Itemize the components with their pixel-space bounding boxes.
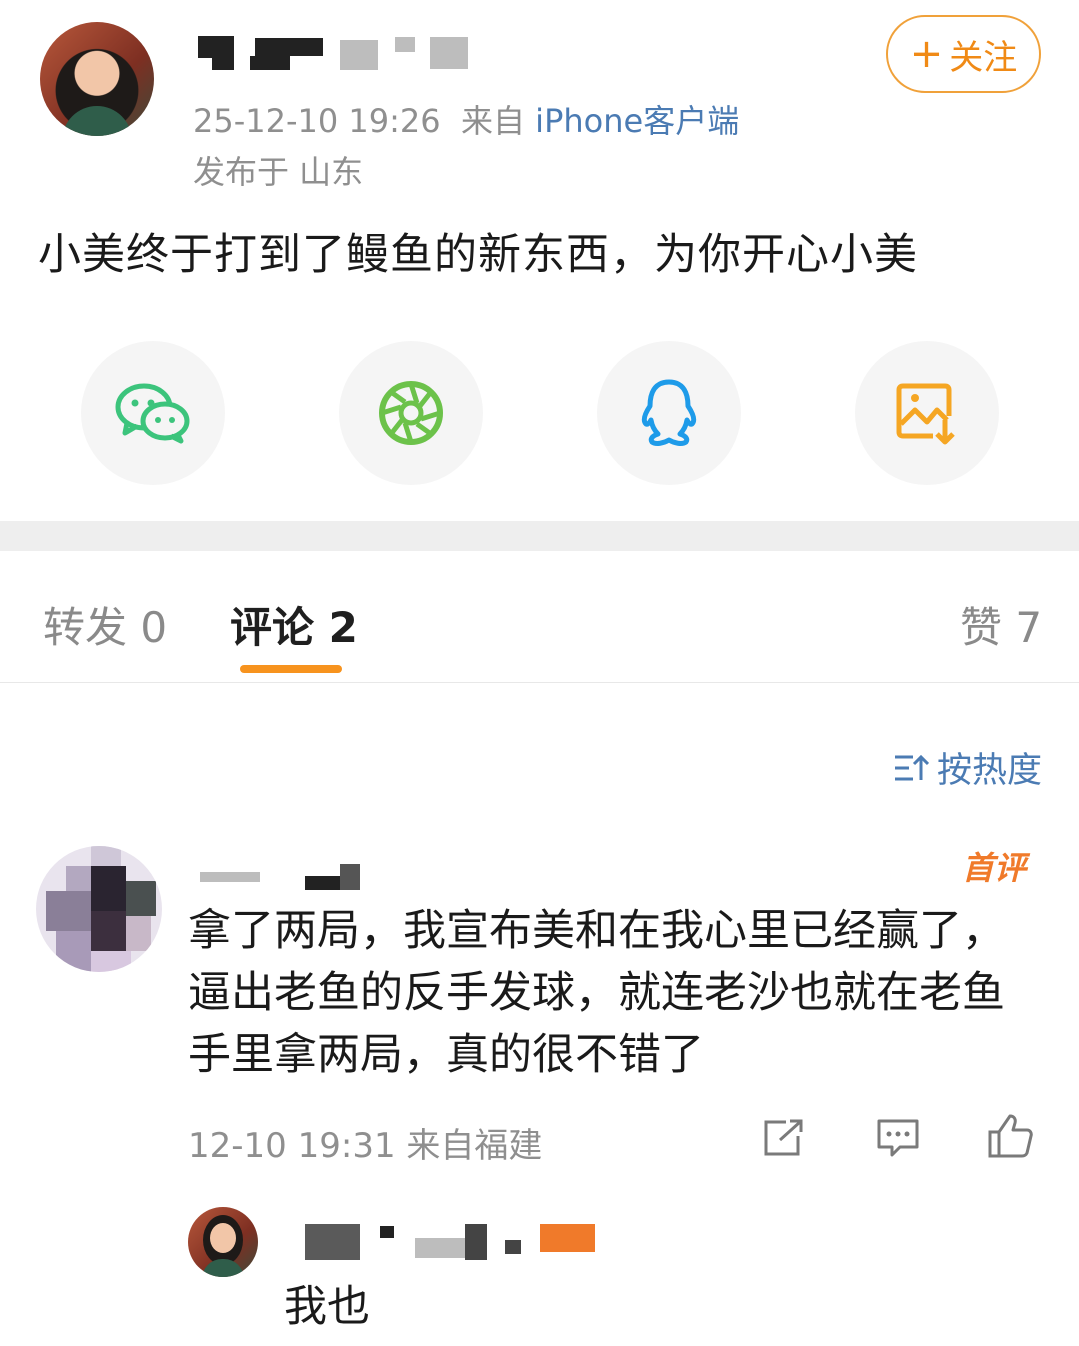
post-source[interactable]: iPhone客户端 xyxy=(535,102,739,140)
wechat-icon xyxy=(115,383,190,444)
reply-avatar[interactable] xyxy=(188,1207,258,1277)
sort-label: 按热度 xyxy=(937,751,1043,791)
share-moments-button[interactable] xyxy=(339,341,483,485)
share-qq-button[interactable] xyxy=(597,341,741,485)
post-location: 发布于 山东 xyxy=(193,153,364,191)
post-timestamp: 25-12-10 19:26 xyxy=(193,102,441,140)
save-image-button[interactable] xyxy=(855,341,999,485)
comment-text: 拿了两局，我宣布美和在我心里已经赢了，逼出老鱼的反手发球，就连老沙也就在老鱼手里… xyxy=(188,906,1005,1080)
tab-comments[interactable]: 评论 2 xyxy=(230,594,358,655)
sort-button[interactable]: 按热度 xyxy=(893,742,1042,793)
comment-meta: 12-10 19:31 来自福建 xyxy=(188,1126,543,1166)
save-image-icon xyxy=(896,383,955,445)
tabs-divider xyxy=(0,682,1079,683)
follow-button[interactable]: + 关注 xyxy=(886,15,1041,93)
post-from-label: 来自 xyxy=(460,102,525,140)
tab-likes[interactable]: 赞 7 xyxy=(960,594,1042,655)
comment-reply-button[interactable] xyxy=(876,1118,920,1162)
poster-avatar[interactable] xyxy=(40,22,154,136)
thumbs-up-icon xyxy=(988,1114,1033,1158)
plus-icon: + xyxy=(909,31,944,77)
commenter-avatar[interactable] xyxy=(36,846,162,972)
share-icon xyxy=(764,1119,803,1156)
comment-icon xyxy=(877,1119,919,1157)
sort-icon xyxy=(895,754,929,780)
tab-repost[interactable]: 转发 0 xyxy=(43,594,167,655)
post-text: 小美终于打到了鳗鱼的新东西，为你开心小美 xyxy=(38,230,918,280)
moments-icon xyxy=(379,381,443,445)
reply-text: 我也 xyxy=(284,1282,370,1332)
qq-icon xyxy=(641,379,697,446)
section-divider xyxy=(0,521,1079,551)
post-meta: 25-12-10 19:26 来自 iPhone客户端 xyxy=(193,96,739,142)
comment-like-button[interactable] xyxy=(986,1112,1034,1164)
active-tab-indicator xyxy=(240,665,342,673)
share-wechat-button[interactable] xyxy=(81,341,225,485)
follow-label: 关注 xyxy=(949,37,1018,78)
first-comment-badge: 首评 xyxy=(962,849,1027,887)
comment-share-button[interactable] xyxy=(762,1118,804,1162)
